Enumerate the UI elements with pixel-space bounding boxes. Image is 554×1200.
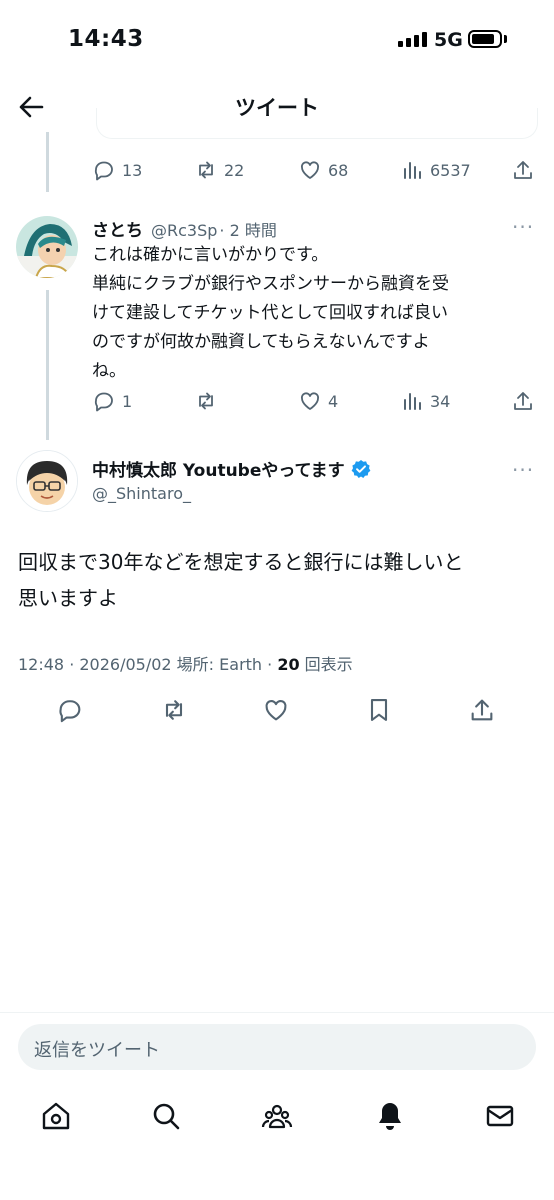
- search-icon[interactable]: [150, 1100, 182, 1132]
- status-time: 14:43: [68, 26, 144, 52]
- network-type: 5G: [434, 29, 463, 51]
- view-label: 回表示: [299, 655, 353, 674]
- user-handle[interactable]: @_Shintaro_: [92, 484, 191, 503]
- display-name[interactable]: さとち: [92, 216, 143, 241]
- view-count: 20: [277, 655, 300, 674]
- tweet-header: さとち @Rc3Sp · 2 時間: [92, 216, 277, 241]
- share-button[interactable]: [511, 158, 535, 182]
- heart-icon: [301, 392, 319, 410]
- reply-count: 1: [122, 391, 133, 411]
- tweet-timestamp: 12:48 · 2026/05/02 場所: Earth ·: [18, 655, 278, 674]
- share-button[interactable]: [468, 696, 496, 724]
- reply-icon: [94, 392, 113, 412]
- reply-placeholder: 返信をツイート: [34, 1040, 160, 1061]
- signal-icon: [398, 32, 427, 47]
- reply-button[interactable]: 13: [92, 158, 142, 182]
- tweet-meta: 12:48 · 2026/05/02 場所: Earth · 20 回表示: [18, 651, 353, 675]
- retweet-icon: [199, 161, 213, 179]
- retweet-count: 22: [224, 160, 245, 180]
- more-options-icon[interactable]: ···: [512, 458, 534, 482]
- reply-icon: [59, 700, 81, 723]
- tweet-time: · 2 時間: [219, 221, 277, 240]
- bookmark-icon: [370, 699, 388, 721]
- reply-button[interactable]: [56, 696, 84, 724]
- communities-icon[interactable]: [261, 1100, 293, 1132]
- like-button[interactable]: [262, 696, 290, 724]
- heart-icon: [301, 161, 319, 179]
- like-button[interactable]: 4: [298, 389, 338, 413]
- like-button[interactable]: 68: [298, 158, 348, 182]
- reply-count: 13: [122, 160, 143, 180]
- divider: [0, 1012, 554, 1013]
- views-button[interactable]: 34: [400, 389, 450, 413]
- reply-icon: [94, 161, 113, 181]
- share-icon: [471, 699, 493, 721]
- views-count: 6537: [430, 160, 471, 180]
- retweet-icon: [199, 392, 213, 410]
- retweet-button[interactable]: [194, 389, 218, 413]
- share-button[interactable]: [511, 389, 535, 413]
- main-tweet-header: 中村慎太郎 Youtubeやってます: [92, 456, 371, 481]
- home-icon[interactable]: [40, 1100, 72, 1132]
- main-tweet-text: 回収まで30年などを想定すると銀行には難しいと 思いますよ: [18, 550, 464, 610]
- like-count: 68: [328, 160, 349, 180]
- share-icon: [514, 161, 532, 179]
- retweet-button[interactable]: [160, 696, 188, 724]
- views-count: 34: [430, 391, 451, 411]
- battery-tip: [504, 35, 507, 43]
- avatar[interactable]: [16, 216, 78, 278]
- reply-button[interactable]: 1: [92, 389, 132, 413]
- retweet-button[interactable]: 22: [194, 158, 244, 182]
- retweet-icon: [165, 700, 183, 720]
- tweet-text: これは確かに言いがかりです。 単純にクラブが銀行やスポンサーから融資を受 けて建…: [92, 245, 449, 381]
- verified-badge-icon: [351, 459, 371, 478]
- messages-icon[interactable]: [484, 1100, 516, 1132]
- display-name[interactable]: 中村慎太郎 Youtubeやってます: [92, 456, 345, 481]
- like-count: 4: [328, 391, 339, 411]
- quoted-card-edge: [96, 108, 538, 139]
- notifications-icon[interactable]: [374, 1100, 406, 1132]
- views-icon: [404, 393, 421, 410]
- user-handle[interactable]: @Rc3Sp: [151, 221, 217, 240]
- thread-line: [46, 132, 49, 192]
- avatar[interactable]: [16, 450, 78, 512]
- thread-line: [46, 290, 49, 440]
- heart-icon: [265, 700, 287, 721]
- views-button[interactable]: 6537: [400, 158, 471, 182]
- battery-icon: [468, 30, 502, 48]
- views-icon: [404, 162, 421, 179]
- bookmark-button[interactable]: [365, 696, 393, 724]
- more-options-icon[interactable]: ···: [512, 215, 534, 239]
- share-icon: [514, 392, 532, 410]
